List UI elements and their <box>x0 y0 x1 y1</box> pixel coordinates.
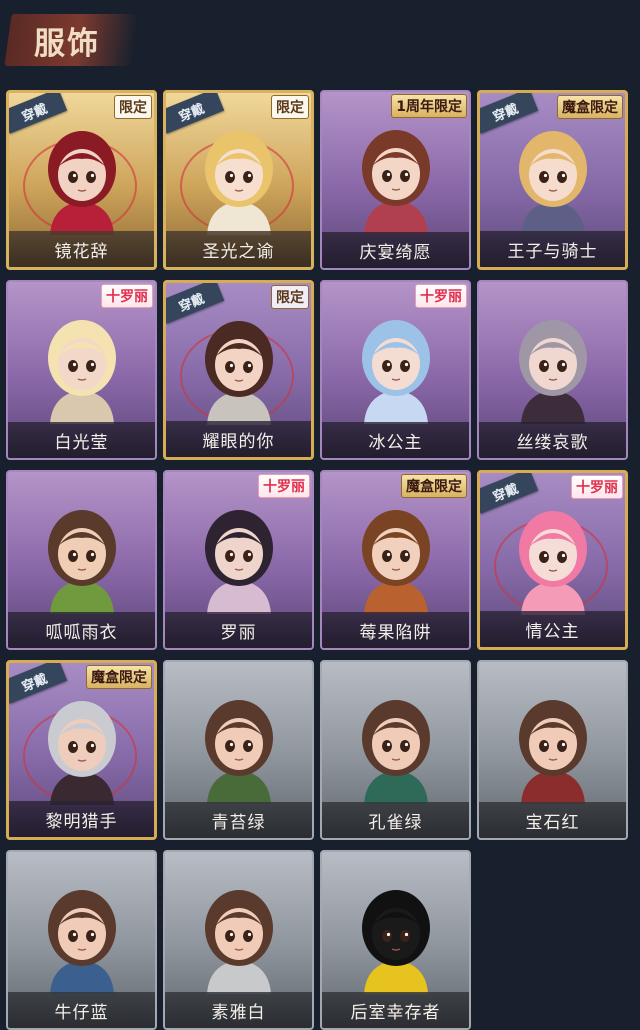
costume-card[interactable]: 宝石红 <box>477 660 628 840</box>
character-portrait <box>518 700 587 804</box>
character-portrait <box>361 320 430 424</box>
costume-card[interactable]: 穿戴 魔盒限定 王子与骑士 <box>477 90 628 270</box>
costume-name-label: 牛仔蓝 <box>8 992 155 1028</box>
costume-card[interactable]: 穿戴 十罗丽 情公主 <box>477 470 628 650</box>
costume-card[interactable]: 呱呱雨衣 <box>6 470 157 650</box>
limited-tag-badge: 1周年限定 <box>391 94 467 118</box>
limited-tag-badge: 魔盒限定 <box>86 665 152 689</box>
costume-name-label: 王子与骑士 <box>480 231 625 267</box>
character-portrait <box>518 131 587 235</box>
costume-card[interactable]: 十罗丽罗丽 <box>163 470 314 650</box>
costume-name-label: 丝缕哀歌 <box>479 422 626 458</box>
costume-name-label: 冰公主 <box>322 422 469 458</box>
costume-grid: 穿戴 限定 镜花辞 穿戴 限定 圣光之谕 1周年限定 庆宴绮愿 穿戴 魔盒限定 王子与骑士 十罗丽 白光… <box>6 90 636 1030</box>
limited-tag-badge: 十罗丽 <box>571 475 623 499</box>
costume-name-label: 罗丽 <box>165 612 312 648</box>
costume-card[interactable]: 穿戴 限定 圣光之谕 <box>163 90 314 270</box>
costume-card[interactable]: 魔盒限定莓果陷阱 <box>320 470 471 650</box>
costume-name-label: 情公主 <box>480 611 625 647</box>
limited-tag-badge: 限定 <box>271 95 309 119</box>
costume-name-label: 镜花辞 <box>9 231 154 267</box>
character-portrait <box>204 131 273 235</box>
costume-name-label: 后室幸存者 <box>322 992 469 1028</box>
character-portrait <box>361 890 430 994</box>
costume-name-label: 白光莹 <box>8 422 155 458</box>
character-portrait <box>361 700 430 804</box>
costume-name-label: 圣光之谕 <box>166 231 311 267</box>
character-portrait <box>204 700 273 804</box>
costume-name-label: 素雅白 <box>165 992 312 1028</box>
costume-name-label: 庆宴绮愿 <box>322 232 469 268</box>
costume-card[interactable]: 牛仔蓝 <box>6 850 157 1030</box>
costume-name-label: 青苔绿 <box>165 802 312 838</box>
character-portrait <box>204 510 273 614</box>
costume-card[interactable]: 青苔绿 <box>163 660 314 840</box>
limited-tag-badge: 限定 <box>271 285 309 309</box>
character-portrait <box>518 511 587 615</box>
limited-tag-badge: 魔盒限定 <box>557 95 623 119</box>
character-portrait <box>204 321 273 425</box>
limited-tag-badge: 限定 <box>114 95 152 119</box>
costume-card[interactable]: 十罗丽冰公主 <box>320 280 471 460</box>
costume-card[interactable]: 后室幸存者 <box>320 850 471 1030</box>
costume-name-label: 莓果陷阱 <box>322 612 469 648</box>
limited-tag-badge: 十罗丽 <box>415 284 467 308</box>
costume-card[interactable]: 孔雀绿 <box>320 660 471 840</box>
page-title: 服饰 <box>34 26 100 62</box>
costume-card[interactable]: 穿戴 限定 耀眼的你 <box>163 280 314 460</box>
limited-tag-badge: 魔盒限定 <box>401 474 467 498</box>
character-portrait <box>204 890 273 994</box>
character-portrait <box>47 131 116 235</box>
costume-card[interactable]: 穿戴 魔盒限定 黎明猎手 <box>6 660 157 840</box>
costume-name-label: 呱呱雨衣 <box>8 612 155 648</box>
costume-card[interactable]: 1周年限定庆宴绮愿 <box>320 90 471 270</box>
costume-name-label: 孔雀绿 <box>322 802 469 838</box>
costume-card[interactable]: 穿戴 限定 镜花辞 <box>6 90 157 270</box>
limited-tag-badge: 十罗丽 <box>101 284 153 308</box>
character-portrait <box>361 510 430 614</box>
limited-tag-badge: 十罗丽 <box>258 474 310 498</box>
character-portrait <box>47 510 116 614</box>
costume-name-label: 耀眼的你 <box>166 421 311 457</box>
character-portrait <box>47 701 116 805</box>
costume-name-label: 黎明猎手 <box>9 801 154 837</box>
costume-card[interactable]: 丝缕哀歌 <box>477 280 628 460</box>
character-portrait <box>361 130 430 234</box>
character-portrait <box>47 320 116 424</box>
costume-card[interactable]: 十罗丽白光莹 <box>6 280 157 460</box>
costume-name-label: 宝石红 <box>479 802 626 838</box>
character-portrait <box>47 890 116 994</box>
character-portrait <box>518 320 587 424</box>
header: 服饰 <box>0 0 640 78</box>
costume-card[interactable]: 素雅白 <box>163 850 314 1030</box>
